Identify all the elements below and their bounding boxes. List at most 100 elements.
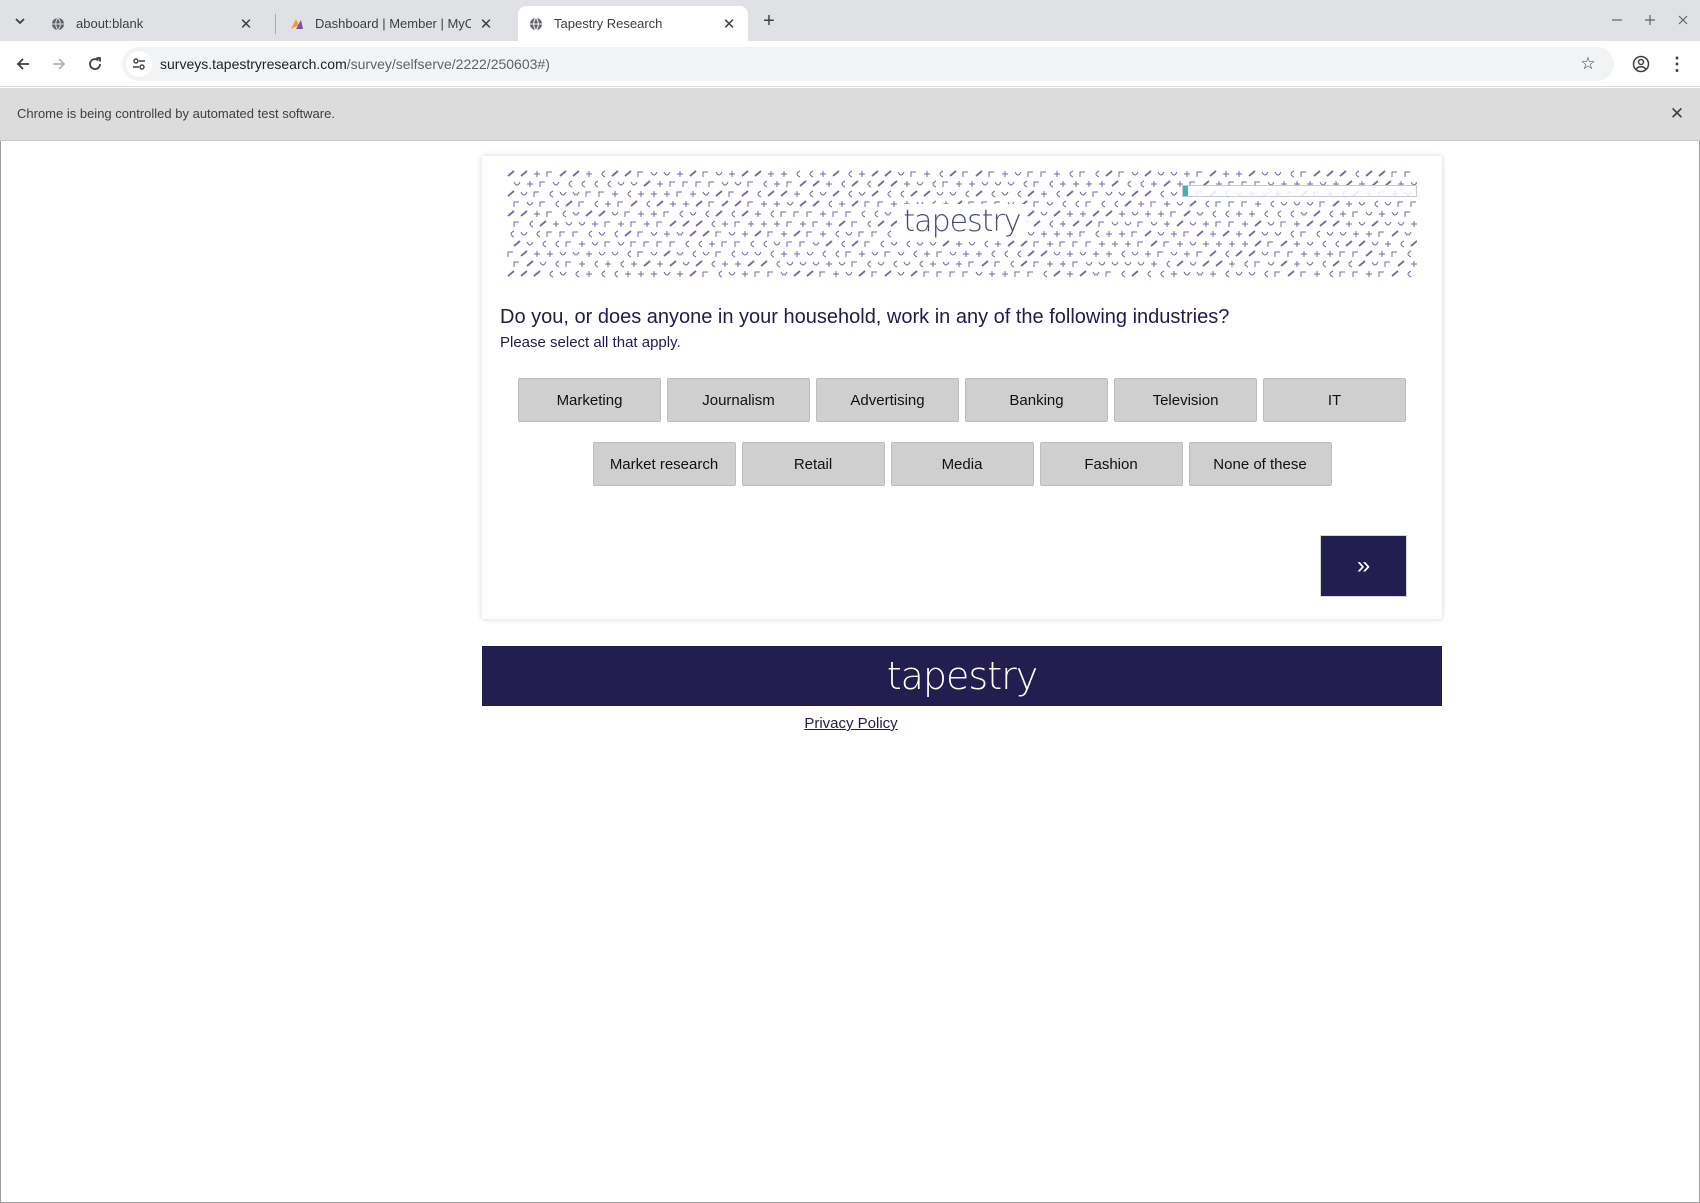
pattern-glyph — [858, 270, 866, 277]
address-bar[interactable]: surveys.tapestryresearch.com/survey/self… — [122, 47, 1614, 81]
pattern-glyph — [890, 241, 898, 246]
minimize-button[interactable] — [1604, 8, 1630, 32]
close-icon: ✕ — [1669, 104, 1685, 123]
pattern-glyph — [565, 261, 571, 267]
pattern-glyph — [890, 180, 898, 187]
site-info-button[interactable] — [126, 51, 152, 77]
pattern-glyph — [1145, 251, 1151, 257]
pattern-glyph — [1378, 170, 1386, 177]
option-retail[interactable]: Retail — [741, 442, 885, 486]
pattern-glyph — [702, 171, 708, 177]
pattern-glyph — [1092, 271, 1100, 276]
pattern-glyph — [1229, 241, 1235, 247]
pattern-glyph — [848, 170, 853, 178]
pattern-glyph — [513, 240, 521, 247]
pattern-glyph — [1047, 261, 1053, 267]
option-banking[interactable]: Banking — [965, 378, 1108, 422]
pattern-glyph — [1072, 261, 1078, 267]
pattern-glyph — [976, 251, 982, 257]
tab-dashboard[interactable]: Dashboard | Member | MyOpinions ✕ — [279, 6, 505, 41]
pattern-glyph — [826, 181, 832, 187]
pattern-glyph — [711, 260, 716, 268]
pattern-glyph — [893, 260, 898, 268]
pattern-glyph — [1027, 190, 1035, 197]
pattern-glyph — [841, 180, 846, 188]
pattern-glyph — [586, 251, 592, 257]
pattern-glyph — [949, 170, 957, 177]
pattern-glyph — [858, 191, 866, 196]
pattern-glyph — [981, 181, 989, 186]
pattern-glyph — [969, 181, 975, 187]
pattern-glyph — [1196, 271, 1204, 276]
close-icon[interactable]: ✕ — [477, 15, 495, 33]
pattern-glyph — [760, 260, 768, 267]
tab-about-blank[interactable]: about:blank ✕ — [40, 6, 265, 41]
progress-bar — [1182, 185, 1417, 197]
pattern-glyph — [1327, 251, 1333, 257]
option-none-of-these[interactable]: None of these — [1188, 442, 1332, 486]
option-fashion[interactable]: Fashion — [1039, 442, 1183, 486]
option-it[interactable]: IT — [1263, 378, 1406, 422]
pattern-glyph — [695, 260, 703, 267]
pattern-glyph — [1267, 261, 1275, 266]
infobar-close-button[interactable]: ✕ — [1666, 103, 1688, 125]
option-journalism[interactable]: Journalism — [667, 378, 810, 422]
close-window-button[interactable] — [1670, 8, 1696, 32]
pattern-glyph — [741, 170, 749, 177]
pattern-glyph — [1056, 190, 1061, 198]
pattern-glyph — [750, 240, 755, 248]
browser-menu-button[interactable]: ⋮ — [1664, 51, 1690, 77]
tune-icon — [133, 58, 145, 70]
myopinions-icon — [289, 16, 305, 32]
pattern-glyph — [880, 240, 885, 248]
pattern-glyph — [942, 261, 950, 266]
option-television[interactable]: Television — [1114, 378, 1257, 422]
option-market-research[interactable]: Market research — [592, 442, 736, 486]
pattern-glyph — [838, 261, 846, 266]
pattern-glyph — [975, 190, 983, 197]
pattern-glyph — [884, 251, 890, 257]
pattern-glyph — [768, 171, 774, 177]
maximize-button[interactable] — [1637, 8, 1663, 32]
new-tab-button[interactable]: + — [757, 9, 781, 33]
close-icon[interactable]: ✕ — [237, 15, 255, 33]
pattern-glyph — [1069, 170, 1074, 178]
next-button[interactable]: » — [1320, 535, 1407, 597]
option-marketing[interactable]: Marketing — [518, 378, 661, 422]
options-row-1: Marketing Journalism Advertising Banking… — [482, 378, 1442, 422]
tab-search-button[interactable] — [8, 9, 32, 33]
pattern-glyph — [1004, 250, 1009, 258]
pattern-glyph — [708, 181, 714, 187]
reload-button[interactable] — [82, 51, 108, 77]
pattern-glyph — [1014, 271, 1020, 277]
chevron-down-icon — [15, 18, 25, 25]
pattern-glyph — [809, 190, 814, 198]
profile-button[interactable] — [1628, 51, 1654, 77]
pattern-glyph — [794, 191, 800, 197]
pattern-glyph — [923, 271, 929, 277]
forward-button[interactable] — [46, 51, 72, 77]
pattern-glyph — [669, 241, 675, 247]
option-media[interactable]: Media — [890, 442, 1034, 486]
pattern-glyph — [1322, 260, 1327, 268]
pattern-glyph — [1121, 270, 1126, 278]
pattern-glyph — [1261, 251, 1269, 256]
pattern-glyph — [1131, 270, 1139, 277]
pattern-glyph — [968, 241, 976, 246]
back-button[interactable] — [10, 51, 36, 77]
tab-tapestry-research[interactable]: Tapestry Research ✕ — [518, 6, 748, 41]
pattern-glyph — [956, 241, 962, 247]
pattern-glyph — [923, 190, 931, 197]
pattern-glyph — [1306, 241, 1314, 246]
option-advertising[interactable]: Advertising — [816, 378, 959, 422]
pattern-glyph — [1151, 181, 1157, 187]
pattern-glyph — [533, 191, 539, 197]
page-viewport: tapestry 2% Do you, or does anyone in yo… — [0, 141, 1700, 1203]
bookmark-star-icon[interactable]: ☆ — [1576, 52, 1600, 76]
privacy-policy-link[interactable]: Privacy Policy — [804, 715, 897, 732]
pattern-glyph — [1332, 260, 1340, 267]
pattern-glyph — [630, 241, 636, 247]
pattern-glyph — [1290, 170, 1295, 178]
close-icon[interactable]: ✕ — [720, 15, 738, 33]
globe-icon — [528, 16, 544, 32]
